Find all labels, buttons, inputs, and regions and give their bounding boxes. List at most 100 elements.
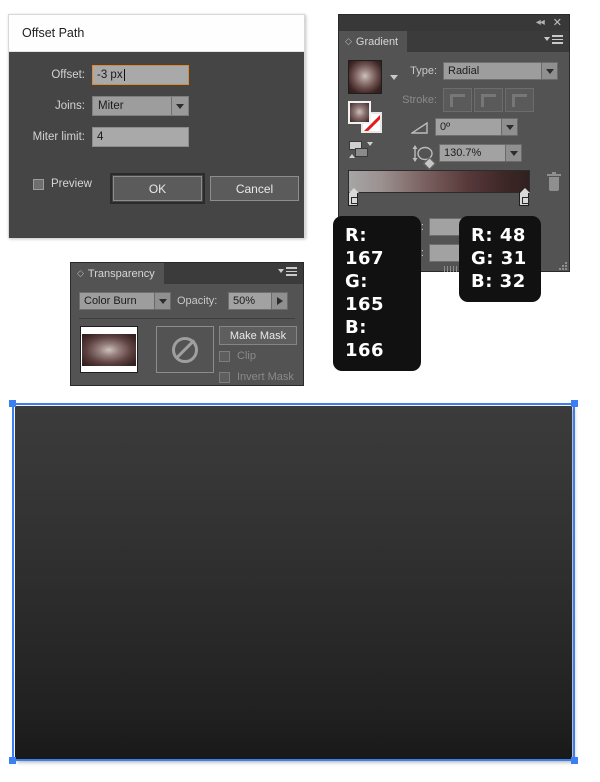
light-stop-r: R: 167 (345, 225, 385, 270)
collapse-icon[interactable]: ◂◂ (536, 18, 545, 28)
panel-menu-icon[interactable] (278, 267, 297, 276)
app-root: Offset Path Offset: -3 px Joins: Miter M (0, 0, 600, 782)
stroke-within-button[interactable] (443, 88, 472, 112)
chevron-down-icon[interactable] (171, 97, 188, 115)
blend-mode-chevron-down-icon[interactable] (154, 292, 171, 310)
offset-path-dialog: Offset Path Offset: -3 px Joins: Miter M (8, 14, 305, 238)
selection-handle-top-right[interactable] (571, 400, 578, 407)
transparency-panel-body: Color Burn Opacity: 50% Make Mask Clip I… (71, 284, 303, 385)
delete-stop-icon[interactable] (547, 172, 561, 191)
aspect-chevron-down-icon[interactable] (505, 144, 522, 162)
light-stop-g: G: 165 (345, 271, 385, 316)
gradient-bar[interactable] (348, 170, 530, 193)
clip-label: Clip (237, 350, 256, 362)
gradient-stop-end[interactable] (519, 188, 530, 206)
close-icon[interactable]: ✕ (553, 17, 562, 29)
angle-chevron-down-icon[interactable] (501, 118, 518, 136)
tab-transparency-label: Transparency (87, 267, 155, 280)
dark-stop-r: R: 48 (471, 225, 526, 246)
type-select-value: Radial (448, 65, 480, 77)
reverse-gradient-icon[interactable] (349, 141, 373, 159)
stroke-across-button[interactable] (505, 88, 534, 112)
transparency-tabbar: ◇ Transparency (71, 263, 303, 284)
type-label: Type: (410, 65, 437, 77)
clip-checkbox-group[interactable]: Clip (219, 350, 256, 362)
ok-button[interactable]: OK (110, 173, 205, 204)
gradient-stroke-row: Stroke: (396, 88, 534, 112)
page-title: Offset Path (22, 26, 85, 40)
offset-row: Offset: -3 px (9, 64, 304, 86)
aspect-value: 130.7% (444, 147, 482, 159)
selection-handle-bottom-left[interactable] (9, 757, 16, 764)
joins-row: Joins: Miter (9, 95, 304, 117)
invert-mask-label: Invert Mask (237, 371, 294, 383)
gradient-stop-start[interactable] (348, 188, 359, 206)
object-thumbnail[interactable] (80, 326, 138, 373)
fill-stroke-indicator[interactable] (348, 101, 384, 133)
opacity-field[interactable]: 50% (228, 292, 288, 310)
miter-limit-label: Miter limit: (32, 131, 85, 143)
invert-mask-checkbox[interactable] (219, 371, 230, 383)
stroke-along-button[interactable] (474, 88, 503, 112)
transparency-panel: ◇ Transparency Color Burn Opacity: 50% M… (70, 262, 304, 386)
tab-grip-icon: ◇ (77, 268, 84, 278)
dark-stop-rgb-overlay: R: 48 G: 31 B: 32 (459, 216, 541, 303)
offset-input[interactable]: -3 px (92, 65, 189, 85)
selection-handle-top-left[interactable] (9, 400, 16, 407)
angle-value: 0º (440, 121, 451, 133)
light-stop-rgb-overlay: R: 167 G: 165 B: 166 (333, 216, 421, 372)
miter-limit-value: 4 (97, 131, 104, 143)
blend-mode-value: Color Burn (84, 295, 137, 307)
dialog-body: Offset: -3 px Joins: Miter Miter limit: … (9, 52, 304, 238)
dark-stop-g: G: 31 (471, 248, 527, 270)
type-chevron-down-icon[interactable] (541, 62, 558, 80)
blend-mode-select[interactable]: Color Burn (79, 292, 171, 310)
selection-frame[interactable] (9, 400, 578, 764)
preview-label: Preview (51, 178, 92, 190)
make-mask-button[interactable]: Make Mask (219, 326, 297, 345)
gradient-preview-swatch[interactable] (348, 60, 382, 94)
stroke-label: Stroke: (402, 94, 437, 106)
stroke-gradient-type-buttons (443, 88, 534, 112)
gradient-panel-topbar: ◂◂ ✕ (339, 15, 569, 31)
mask-thumbnail[interactable] (156, 326, 214, 373)
tab-transparency[interactable]: ◇ Transparency (71, 263, 164, 284)
panel-resize-grip[interactable] (556, 259, 567, 270)
type-select[interactable]: Radial (443, 62, 558, 80)
miter-limit-input[interactable]: 4 (92, 127, 189, 147)
tab-grip-icon: ◇ (345, 36, 352, 46)
gradient-angle-row: 0º (409, 118, 518, 136)
opacity-stepper-icon[interactable] (271, 292, 288, 310)
dialog-titlebar: Offset Path (9, 15, 304, 52)
miter-limit-row: Miter limit: 4 (9, 126, 304, 148)
tab-gradient-label: Gradient (355, 35, 399, 48)
preview-checkbox[interactable] (33, 178, 44, 190)
no-mask-icon (172, 336, 198, 363)
light-stop-b: B: 166 (345, 317, 385, 362)
object-thumbnail-image (82, 333, 136, 366)
divider (79, 318, 295, 319)
offset-input-value: -3 px (97, 69, 123, 81)
make-mask-label: Make Mask (229, 329, 287, 342)
aspect-field[interactable]: 130.7% (439, 144, 522, 162)
joins-label: Joins: (54, 100, 85, 112)
gradient-slider[interactable] (348, 157, 530, 206)
panel-menu-icon[interactable] (544, 35, 563, 44)
fill-swatch[interactable] (348, 101, 371, 124)
selection-handle-bottom-right[interactable] (571, 757, 578, 764)
opacity-label: Opacity: (177, 295, 218, 307)
joins-select[interactable]: Miter (92, 96, 189, 116)
cancel-button[interactable]: Cancel (210, 176, 299, 201)
gradient-tabbar: ◇ Gradient (339, 31, 569, 52)
dark-stop-b: B: 32 (471, 271, 526, 293)
cancel-button-label: Cancel (235, 181, 274, 196)
offset-label: Offset: (51, 69, 85, 81)
joins-select-value: Miter (98, 100, 124, 112)
invert-mask-checkbox-group[interactable]: Invert Mask (219, 371, 294, 383)
gradient-type-row: Type: Radial (396, 62, 564, 80)
clip-checkbox[interactable] (219, 350, 230, 362)
angle-field[interactable]: 0º (435, 118, 518, 136)
angle-icon (409, 121, 428, 134)
tab-gradient[interactable]: ◇ Gradient (339, 31, 408, 52)
preview-checkbox-group[interactable]: Preview (33, 178, 92, 190)
